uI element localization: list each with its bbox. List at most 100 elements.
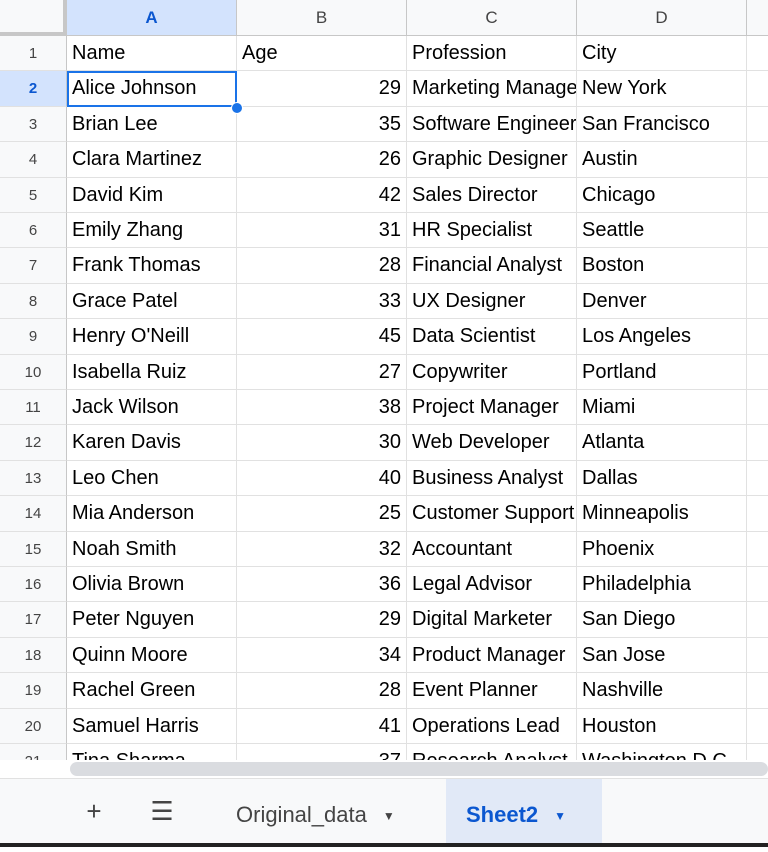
cell-empty[interactable] [747, 638, 768, 674]
cell-name[interactable]: Quinn Moore [67, 637, 237, 674]
cell-profession[interactable]: Project Manager [407, 390, 577, 426]
cell-empty[interactable] [747, 213, 768, 249]
column-header-d[interactable]: D [577, 0, 747, 36]
all-sheets-menu-button[interactable]: ☰ [142, 779, 182, 844]
cell-profession[interactable]: Digital Marketer [407, 602, 577, 638]
cell-profession[interactable]: Financial Analyst [407, 248, 577, 284]
cell-city[interactable]: Los Angeles [577, 319, 747, 355]
cell-empty[interactable] [747, 602, 768, 638]
cell-empty[interactable] [747, 36, 768, 72]
cell-name[interactable]: Clara Martinez [67, 142, 237, 178]
horizontal-scrollbar[interactable] [0, 760, 768, 778]
cell-age[interactable]: 42 [237, 177, 407, 213]
cell-empty[interactable] [747, 567, 768, 603]
cell-city[interactable]: San Diego [577, 602, 747, 638]
row-header[interactable]: 21 [0, 744, 67, 760]
cell-name[interactable]: Henry O'Neill [67, 319, 237, 355]
cell-city[interactable]: Austin [577, 142, 747, 178]
cell-age[interactable]: 35 [237, 106, 407, 143]
cell-age[interactable]: 45 [237, 319, 407, 355]
cell-name[interactable]: Emily Zhang [67, 213, 237, 249]
row-header[interactable]: 8 [0, 283, 67, 320]
cell-name[interactable]: Peter Nguyen [67, 602, 237, 638]
spreadsheet-grid[interactable]: A B C D 1 Name Age Profession City 2 Alice Joh… [0, 0, 768, 760]
cell-age[interactable]: 41 [237, 708, 407, 744]
cell-empty[interactable] [747, 178, 768, 213]
cell-profession[interactable]: UX Designer [407, 283, 577, 320]
row-header[interactable]: 15 [0, 531, 67, 567]
cell-age[interactable]: 27 [237, 354, 407, 390]
cell-empty[interactable] [747, 709, 768, 744]
sheet-tab-original-data[interactable]: Original_data ▼ [216, 779, 446, 844]
cell-age[interactable]: 29 [237, 602, 407, 638]
cell-profession[interactable]: Graphic Designer [407, 142, 577, 178]
cell-age[interactable]: 34 [237, 637, 407, 674]
column-header-b[interactable]: B [237, 0, 407, 36]
cell-city[interactable]: Minneapolis [577, 496, 747, 532]
cell-age[interactable]: 26 [237, 142, 407, 178]
cell-name[interactable]: Rachel Green [67, 673, 237, 709]
row-header[interactable]: 10 [0, 354, 67, 390]
row-header[interactable]: 12 [0, 425, 67, 461]
cell-empty[interactable] [747, 461, 768, 497]
cell-city[interactable]: Dallas [577, 460, 747, 497]
cell-name[interactable]: Isabella Ruiz [67, 354, 237, 390]
cell-empty[interactable] [747, 355, 768, 390]
cell-profession[interactable]: Research Analyst [407, 744, 577, 760]
row-header[interactable]: 2 [0, 71, 67, 107]
cell-city[interactable]: Phoenix [577, 531, 747, 567]
cell-name[interactable]: David Kim [67, 177, 237, 213]
caret-down-icon[interactable]: ▼ [554, 809, 566, 823]
row-header[interactable]: 7 [0, 248, 67, 284]
cell-profession[interactable]: Data Scientist [407, 319, 577, 355]
cell-city[interactable]: Portland [577, 354, 747, 390]
row-header[interactable]: 3 [0, 106, 67, 143]
cell-name[interactable]: Brian Lee [67, 106, 237, 143]
row-header[interactable]: 18 [0, 637, 67, 674]
cell-name[interactable]: Karen Davis [67, 425, 237, 461]
cell-age[interactable]: 33 [237, 283, 407, 320]
cell-name[interactable]: Olivia Brown [67, 567, 237, 603]
cell-city[interactable]: New York [577, 71, 747, 107]
caret-down-icon[interactable]: ▼ [383, 809, 395, 823]
row-header[interactable]: 4 [0, 142, 67, 178]
cell-empty[interactable] [747, 744, 768, 760]
cell-empty[interactable] [747, 390, 768, 426]
cell-empty[interactable] [747, 496, 768, 532]
cell-profession[interactable]: Legal Advisor [407, 567, 577, 603]
cell-city[interactable]: Philadelphia [577, 567, 747, 603]
cell-city[interactable]: City [577, 36, 747, 72]
row-header[interactable]: 17 [0, 602, 67, 638]
cell-name[interactable]: Samuel Harris [67, 708, 237, 744]
cell-empty[interactable] [747, 142, 768, 178]
cell-age[interactable]: 28 [237, 673, 407, 709]
cell-name[interactable]: Tina Sharma [67, 744, 237, 760]
cell-empty[interactable] [747, 532, 768, 567]
cell-name[interactable]: Jack Wilson [67, 390, 237, 426]
cell-age[interactable]: 32 [237, 531, 407, 567]
cell-empty[interactable] [747, 673, 768, 709]
row-header[interactable]: 5 [0, 177, 67, 213]
fill-handle[interactable] [231, 102, 243, 114]
cell-city[interactable]: Atlanta [577, 425, 747, 461]
cell-city[interactable]: San Jose [577, 637, 747, 674]
cell-profession[interactable]: Profession [407, 36, 577, 72]
cell-age[interactable]: Age [237, 36, 407, 72]
cell-city[interactable]: Denver [577, 283, 747, 320]
cell-empty[interactable] [747, 425, 768, 461]
sheet-tab-sheet2[interactable]: Sheet2 ▼ [446, 779, 602, 844]
cell-age[interactable]: 40 [237, 460, 407, 497]
cell-empty[interactable] [747, 71, 768, 107]
cell-name[interactable]: Grace Patel [67, 283, 237, 320]
column-header-a[interactable]: A [67, 0, 237, 36]
cell-empty[interactable] [747, 107, 768, 143]
cell-profession[interactable]: Web Developer [407, 425, 577, 461]
cell-empty[interactable] [747, 319, 768, 355]
cell-empty[interactable] [747, 248, 768, 284]
row-header[interactable]: 19 [0, 673, 67, 709]
cell-name[interactable]: Name [67, 36, 237, 72]
cell-profession[interactable]: Business Analyst [407, 460, 577, 497]
cell-age[interactable]: 25 [237, 496, 407, 532]
cell-city[interactable]: Nashville [577, 673, 747, 709]
cell-name[interactable]: Frank Thomas [67, 248, 237, 284]
